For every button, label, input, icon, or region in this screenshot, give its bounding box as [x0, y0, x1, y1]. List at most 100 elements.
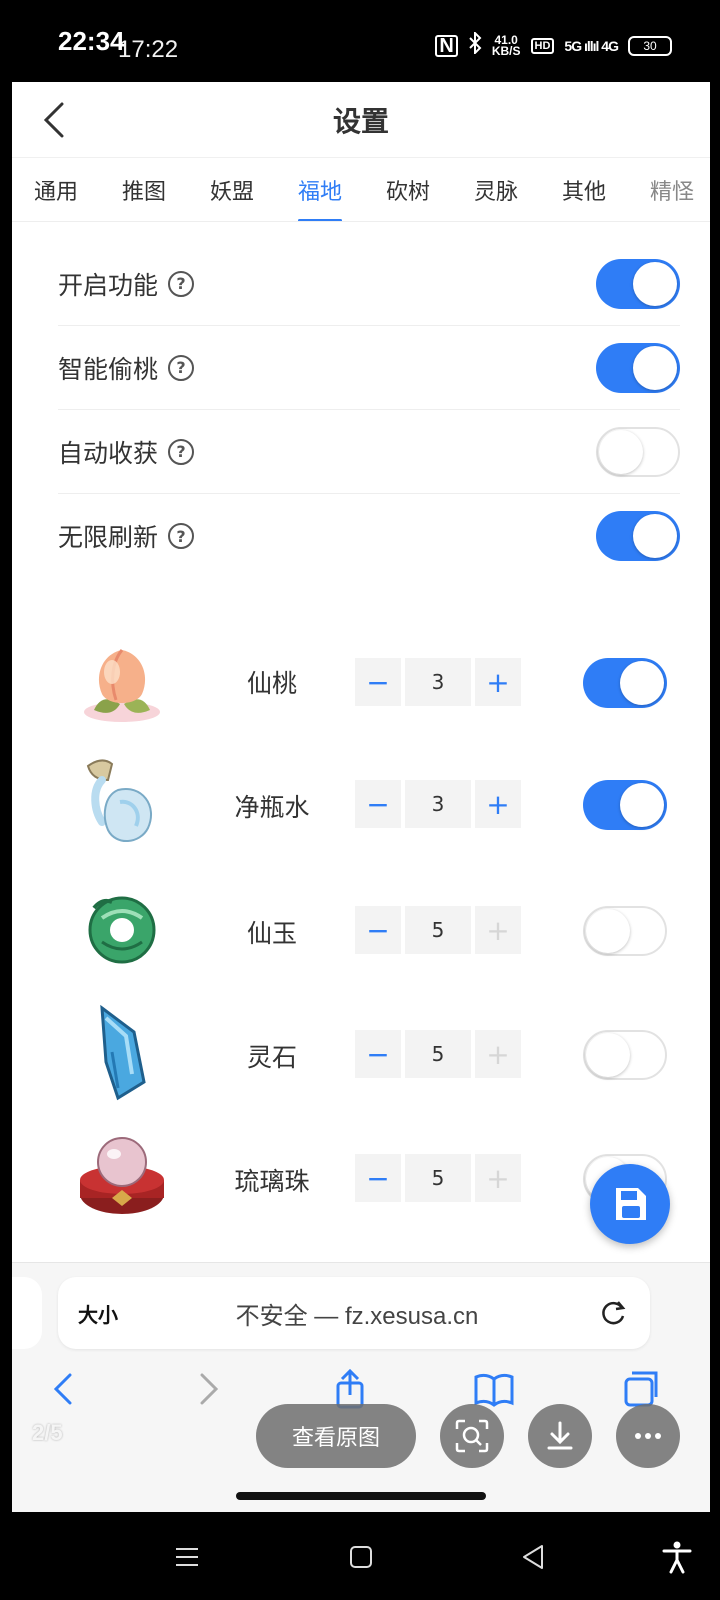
tab-alliance[interactable]: 妖盟 [188, 158, 276, 221]
image-counter: 2/5 [32, 1420, 63, 1445]
quantity-stepper: − 5 + [355, 906, 521, 954]
quantity-value[interactable]: 5 [405, 1154, 471, 1202]
quantity-stepper: − 3 + [355, 658, 521, 706]
tab-spirit-monster[interactable]: 精怪 [628, 158, 710, 221]
page-title: 设置 [332, 104, 389, 138]
phone-status-bar: 22:34 17:22 N 41.0 KB/S HD 5G ıllıl 4G 3… [0, 0, 720, 82]
decrement-button[interactable]: − [355, 780, 401, 828]
home-icon[interactable] [344, 1540, 378, 1574]
increment-button[interactable]: + [475, 906, 521, 954]
setting-label: 智能偷桃 [58, 354, 159, 384]
unlimited-refresh-toggle[interactable] [596, 511, 680, 561]
image-viewer-controls: 2/5 查看原图 [0, 1390, 720, 1500]
item-name: 琉璃珠 [234, 1167, 310, 1196]
bluetooth-icon [468, 30, 482, 59]
quantity-stepper: − 3 + [355, 780, 521, 828]
jade-icon [88, 896, 156, 964]
help-icon[interactable]: ? [168, 354, 195, 381]
increment-button[interactable]: + [475, 1030, 521, 1078]
item-name: 仙桃 [246, 669, 297, 698]
decrement-button[interactable]: − [355, 906, 401, 954]
menu-icon[interactable] [170, 1540, 204, 1574]
smart-steal-toggle[interactable] [596, 342, 680, 393]
setting-label: 自动收获 [58, 438, 159, 468]
item-name: 净瓶水 [234, 793, 310, 822]
system-nav-bar [0, 1512, 720, 1600]
item-toggle-jade[interactable] [583, 906, 667, 956]
tab-blessed-land[interactable]: 福地 [276, 158, 364, 221]
auto-harvest-toggle[interactable] [596, 426, 680, 477]
download-icon [547, 1421, 573, 1450]
decrement-button[interactable]: − [355, 1154, 401, 1202]
page-header: 设置 [12, 82, 710, 158]
nfc-icon: N [435, 34, 458, 57]
vase-water-icon [86, 759, 153, 842]
increment-button[interactable]: + [475, 780, 521, 828]
network-speed: 41.0 KB/S [491, 34, 521, 58]
help-icon[interactable]: ? [168, 523, 195, 549]
increment-button[interactable]: + [475, 1154, 521, 1202]
more-button[interactable] [616, 1404, 680, 1468]
network-speed-unit: KB/S [491, 43, 521, 58]
signal-icon: 5G ıllıl 4G [564, 37, 619, 54]
tab-spirit-vein[interactable]: 灵脉 [452, 158, 540, 221]
view-original-button[interactable]: 查看原图 [256, 1404, 416, 1468]
decrement-button[interactable]: − [355, 658, 401, 706]
decrement-button[interactable]: − [355, 1030, 401, 1078]
quantity-stepper: − 5 + [355, 1154, 521, 1202]
peach-icon [84, 649, 160, 722]
item-toggle-peach[interactable] [583, 658, 667, 708]
help-icon[interactable]: ? [168, 438, 195, 465]
item-name: 仙玉 [246, 919, 297, 948]
item-toggle-vase-water[interactable] [583, 780, 667, 830]
more-icon [635, 1433, 661, 1439]
setting-row-smart-steal: 智能偷桃 ? [58, 326, 680, 410]
spirit-stone-icon [100, 1004, 146, 1101]
download-button[interactable] [528, 1404, 592, 1468]
save-button[interactable] [590, 1164, 670, 1244]
reload-icon[interactable] [596, 1296, 630, 1330]
increment-button[interactable]: + [475, 658, 521, 706]
quantity-stepper: − 5 + [355, 1030, 521, 1078]
quantity-value[interactable]: 3 [405, 658, 471, 706]
home-indicator[interactable] [236, 1492, 486, 1500]
previous-tab-pill[interactable] [12, 1277, 42, 1349]
back-button[interactable] [36, 100, 76, 140]
list-item: 灵石 − 5 + [12, 994, 710, 1114]
setting-label: 开启功能 [58, 270, 159, 300]
setting-row-auto-harvest: 自动收获 ? [58, 410, 680, 494]
image-search-button[interactable] [440, 1404, 504, 1468]
setting-label: 无限刷新 [58, 523, 159, 552]
list-item: 仙玉 − 5 + [12, 870, 710, 990]
address-bar[interactable]: 大小 不安全 — fz.xesusa.cn [58, 1277, 650, 1349]
app-screen: 设置 通用 推图 妖盟 福地 砍树 灵脉 其他 精怪 开启功能 ? 智能偷桃 ? [12, 82, 710, 1512]
tab-cut-tree[interactable]: 砍树 [364, 158, 452, 221]
save-icon [616, 1188, 646, 1220]
url-text: 不安全 — fz.xesusa.cn [235, 1302, 479, 1330]
status-icons: N 41.0 KB/S HD 5G ıllıl 4G 30 [435, 30, 672, 59]
help-icon[interactable]: ? [168, 270, 195, 297]
scan-search-icon [455, 1419, 489, 1453]
text-size-button[interactable]: 大小 [78, 1299, 118, 1328]
quantity-value[interactable]: 5 [405, 1030, 471, 1078]
tab-push-map[interactable]: 推图 [100, 158, 188, 221]
system-back-icon[interactable] [516, 1540, 550, 1574]
list-item: 净瓶水 − 3 + [12, 746, 710, 866]
tab-bar: 通用 推图 妖盟 福地 砍树 灵脉 其他 精怪 [12, 158, 710, 222]
setting-row-enable: 开启功能 ? [58, 242, 680, 326]
hd-voice-icon: HD [530, 37, 555, 54]
item-name: 灵石 [246, 1043, 297, 1072]
status-time-primary: 22:34 [58, 26, 125, 56]
quantity-value[interactable]: 3 [405, 780, 471, 828]
quantity-value[interactable]: 5 [405, 906, 471, 954]
tab-other[interactable]: 其他 [540, 158, 628, 221]
item-toggle-spirit-stone[interactable] [583, 1030, 667, 1080]
setting-row-unlimited-refresh: 无限刷新 ? [58, 494, 680, 578]
accessibility-icon[interactable] [660, 1540, 694, 1574]
enable-function-toggle[interactable] [596, 258, 680, 309]
battery-icon: 30 [628, 35, 672, 56]
status-time-secondary: 17:22 [118, 36, 179, 63]
tab-general[interactable]: 通用 [12, 158, 100, 221]
chevron-left-icon [43, 102, 64, 138]
glass-bead-icon [80, 1137, 164, 1214]
